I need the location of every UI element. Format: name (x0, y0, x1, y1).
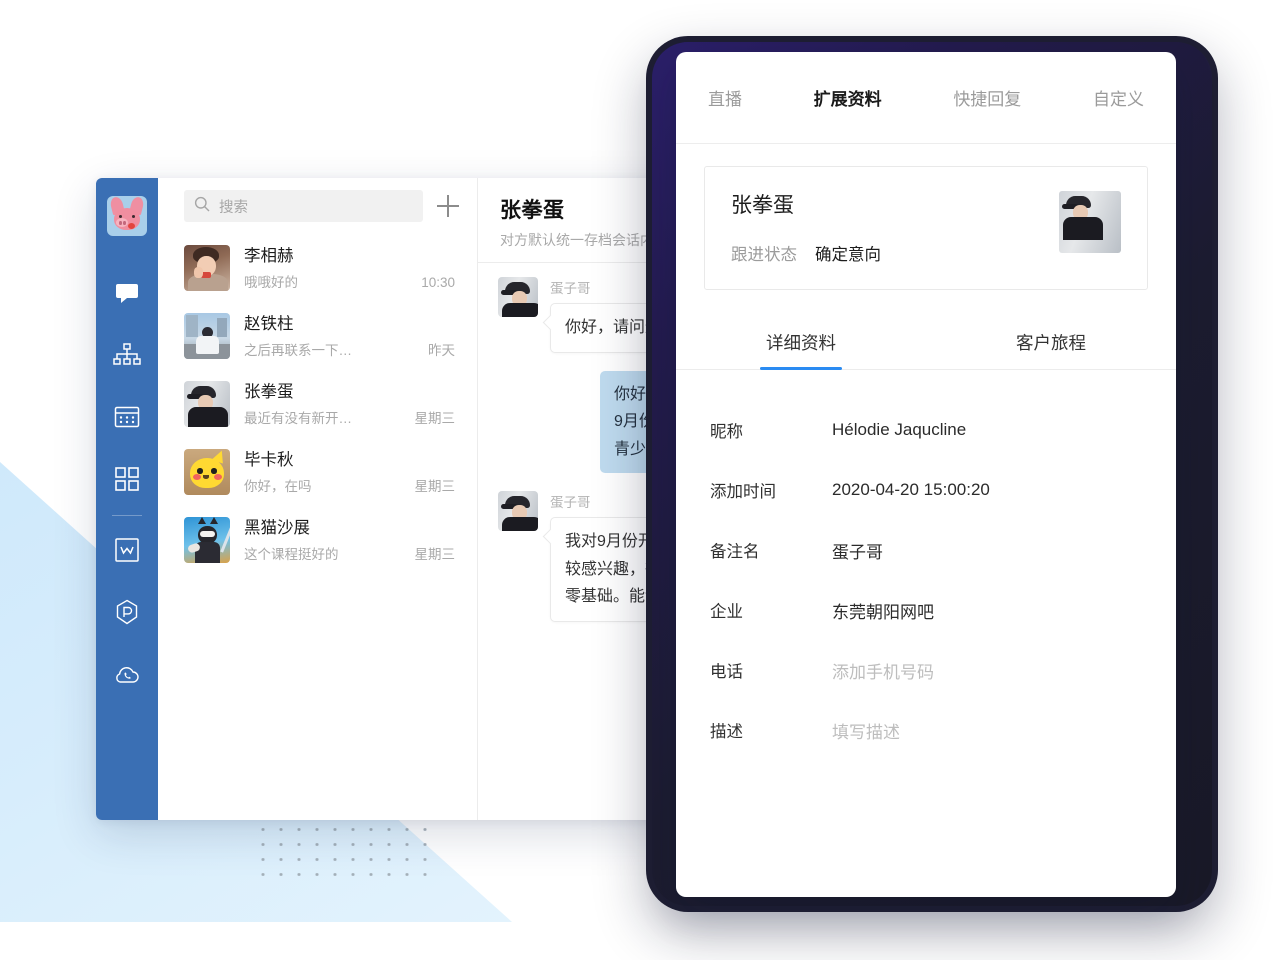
field-value[interactable]: 填写描述 (832, 718, 900, 743)
screenshot-root: 搜索 李相赫 哦哦好的 10:30 赵铁柱 之后再联系一下… 昨天 张拳蛋 最近有没有新开… 星… (0, 0, 1280, 960)
panel-tab-bar: 直播 扩展资料 快捷回复 自定义 (676, 52, 1176, 144)
calendar-icon (114, 405, 140, 434)
conversation-time: 星期三 (414, 546, 456, 562)
list-toolbar: 搜索 (158, 178, 477, 234)
conversation-snippet: 你好，在吗 (244, 478, 312, 494)
search-icon (194, 196, 210, 217)
panel-tab[interactable]: 扩展资料 (814, 85, 882, 110)
conversation-list: 李相赫 哦哦好的 10:30 赵铁柱 之后再联系一下… 昨天 张拳蛋 最近有没有新开… 星期三毕… (158, 234, 477, 574)
customer-card: 张拳蛋 跟进状态 确定意向 (704, 166, 1148, 290)
sidebar-item-w[interactable] (96, 521, 158, 583)
follow-status-row: 跟进状态 确定意向 (731, 241, 1059, 265)
conversation-name: 张拳蛋 (244, 383, 294, 402)
conversation-avatar (184, 449, 230, 495)
profile-field[interactable]: 昵称 Hélodie Jaqucline (710, 400, 1142, 460)
org-tree-icon (113, 342, 141, 372)
profile-field[interactable]: 描述 填写描述 (710, 700, 1142, 760)
message-avatar (498, 277, 538, 317)
field-label: 添加时间 (710, 483, 776, 501)
left-nav-rail (96, 178, 158, 820)
sidebar-item-calendar[interactable] (96, 388, 158, 450)
profile-field[interactable]: 添加时间 2020-04-20 15:00:20 (710, 460, 1142, 520)
hexagon-logo-icon (114, 599, 140, 630)
decorative-dot-pattern (250, 818, 440, 880)
panel-tab[interactable]: 自定义 (1093, 85, 1144, 110)
conversation-time: 昨天 (428, 342, 455, 358)
conversation-item[interactable]: 赵铁柱之后再联系一下… 昨天 (158, 302, 477, 370)
conversation-avatar (184, 517, 230, 563)
rail-divider (112, 515, 142, 516)
sidebar-item-cloud-phone[interactable] (96, 645, 158, 707)
profile-field[interactable]: 企业 东莞朝阳网吧 (710, 580, 1142, 640)
search-placeholder: 搜索 (219, 199, 248, 216)
conversation-name: 赵铁柱 (244, 315, 294, 334)
field-label: 昵称 (710, 423, 743, 441)
profile-field[interactable]: 电话 添加手机号码 (710, 640, 1142, 700)
conversation-item[interactable]: 张拳蛋最近有没有新开… 星期三 (158, 370, 477, 438)
profile-field[interactable]: 备注名 蛋子哥 (710, 520, 1142, 580)
field-value[interactable]: 添加手机号码 (832, 658, 934, 683)
conversation-snippet: 最近有没有新开… (244, 410, 352, 426)
field-label: 备注名 (710, 543, 760, 561)
conversation-name: 毕卡秋 (244, 451, 294, 470)
apps-grid-icon (115, 466, 139, 496)
field-label: 企业 (710, 603, 743, 621)
panel-subtab-bar: 详细资料 客户旅程 (676, 318, 1176, 370)
field-value[interactable]: 2020-04-20 15:00:20 (832, 480, 990, 500)
conversation-item[interactable]: 黑猫沙展这个课程挺好的 星期三 (158, 506, 477, 574)
follow-status-value[interactable]: 确定意向 (815, 241, 881, 265)
follow-status-label: 跟进状态 (731, 246, 797, 264)
conversation-time: 星期三 (414, 478, 456, 494)
conversation-name: 黑猫沙展 (244, 519, 310, 538)
customer-avatar (1059, 191, 1121, 253)
panel-tab[interactable]: 直播 (708, 85, 742, 110)
sidebar-item-apps[interactable] (96, 450, 158, 512)
field-label: 描述 (710, 723, 743, 741)
conversation-time: 星期三 (414, 410, 456, 426)
field-label: 电话 (710, 663, 743, 681)
profile-field-list: 昵称 Hélodie Jaqucline 添加时间 2020-04-20 15:00:… (676, 370, 1176, 760)
conversation-name: 李相赫 (244, 247, 294, 266)
field-value[interactable]: 蛋子哥 (832, 538, 883, 563)
sidebar-item-workbench[interactable] (96, 583, 158, 645)
search-input[interactable]: 搜索 (184, 190, 423, 222)
pig-avatar-icon (107, 196, 147, 236)
conversation-snippet: 哦哦好的 (244, 274, 298, 290)
panel-subtab[interactable]: 详细资料 (676, 318, 926, 369)
conversation-time: 10:30 (421, 274, 455, 290)
chat-icon (114, 280, 140, 311)
w-box-icon (115, 537, 139, 567)
conversation-avatar (184, 313, 230, 359)
conversation-avatar (184, 381, 230, 427)
cloud-phone-icon (113, 662, 141, 691)
field-value[interactable]: Hélodie Jaqucline (832, 420, 966, 440)
conversation-avatar (184, 245, 230, 291)
panel-subtab[interactable]: 客户旅程 (926, 318, 1176, 369)
conversation-snippet: 这个课程挺好的 (244, 546, 339, 562)
conversation-item[interactable]: 李相赫哦哦好的 10:30 (158, 234, 477, 302)
extended-profile-panel: 直播 扩展资料 快捷回复 自定义 张拳蛋 跟进状态 确定意向 详细资料 客户旅程 昵称 H… (676, 52, 1176, 897)
message-avatar (498, 491, 538, 532)
sidebar-item-org-tree[interactable] (96, 326, 158, 388)
conversation-list-column: 搜索 李相赫哦哦好的 10:30 赵铁柱之后再联系一下… 昨天张拳蛋最近有没有新开… 星… (158, 178, 478, 820)
customer-name: 张拳蛋 (731, 194, 794, 217)
conversation-item[interactable]: 毕卡秋你好，在吗 星期三 (158, 438, 477, 506)
user-avatar[interactable] (107, 196, 147, 236)
field-value[interactable]: 东莞朝阳网吧 (832, 598, 934, 623)
conversation-snippet: 之后再联系一下… (244, 342, 352, 358)
panel-tab[interactable]: 快捷回复 (953, 85, 1021, 110)
sidebar-item-chat[interactable] (96, 264, 158, 326)
add-button[interactable] (437, 195, 459, 217)
app-window: 搜索 李相赫哦哦好的 10:30 赵铁柱之后再联系一下… 昨天张拳蛋最近有没有新开… 星… (96, 178, 728, 820)
